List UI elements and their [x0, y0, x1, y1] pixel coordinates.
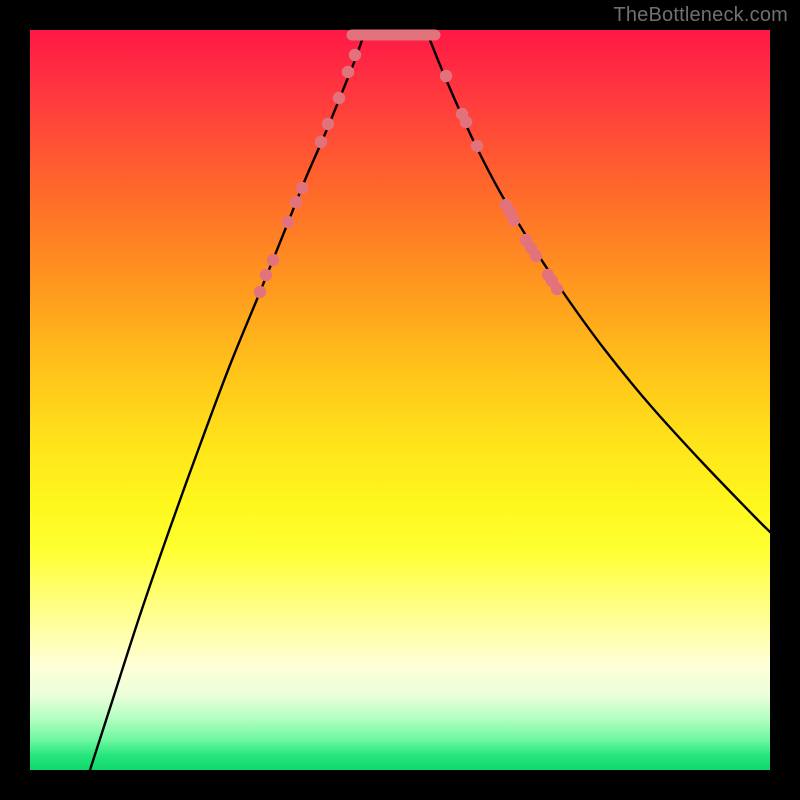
dot [290, 196, 302, 208]
dot [530, 250, 542, 262]
dot [471, 140, 483, 152]
dot [440, 70, 452, 82]
dot [267, 254, 279, 266]
chart-frame: TheBottleneck.com [0, 0, 800, 800]
dot [260, 269, 272, 281]
dot [460, 116, 472, 128]
dots-layer [254, 49, 563, 298]
curve-layer [90, 35, 770, 770]
series-left-curve [90, 40, 362, 770]
watermark-text: TheBottleneck.com [613, 4, 788, 27]
dot [349, 49, 361, 61]
dot [296, 182, 308, 194]
dot [254, 286, 266, 298]
dot [551, 283, 563, 295]
plot-svg [30, 30, 770, 770]
dot [342, 66, 354, 78]
series-right-curve [430, 40, 770, 532]
plot-area [30, 30, 770, 770]
dot [508, 214, 520, 226]
dot [333, 92, 345, 104]
dot [282, 216, 294, 228]
dot [315, 136, 327, 148]
dot [322, 118, 334, 130]
